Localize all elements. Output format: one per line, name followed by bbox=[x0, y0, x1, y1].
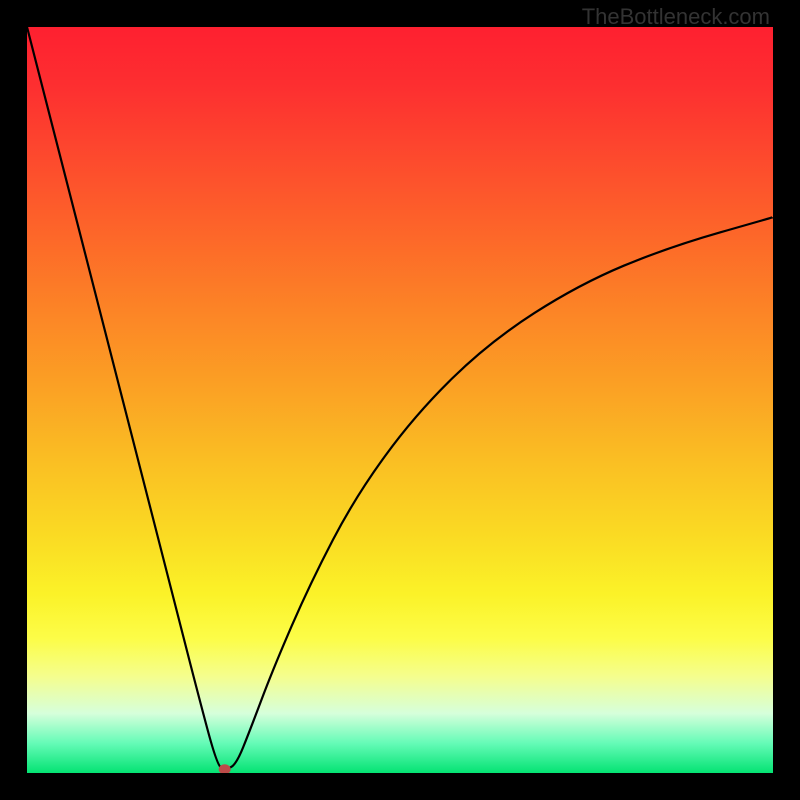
chart-background-gradient bbox=[27, 27, 773, 773]
chart-frame bbox=[27, 27, 773, 773]
attribution-text: TheBottleneck.com bbox=[582, 4, 770, 30]
